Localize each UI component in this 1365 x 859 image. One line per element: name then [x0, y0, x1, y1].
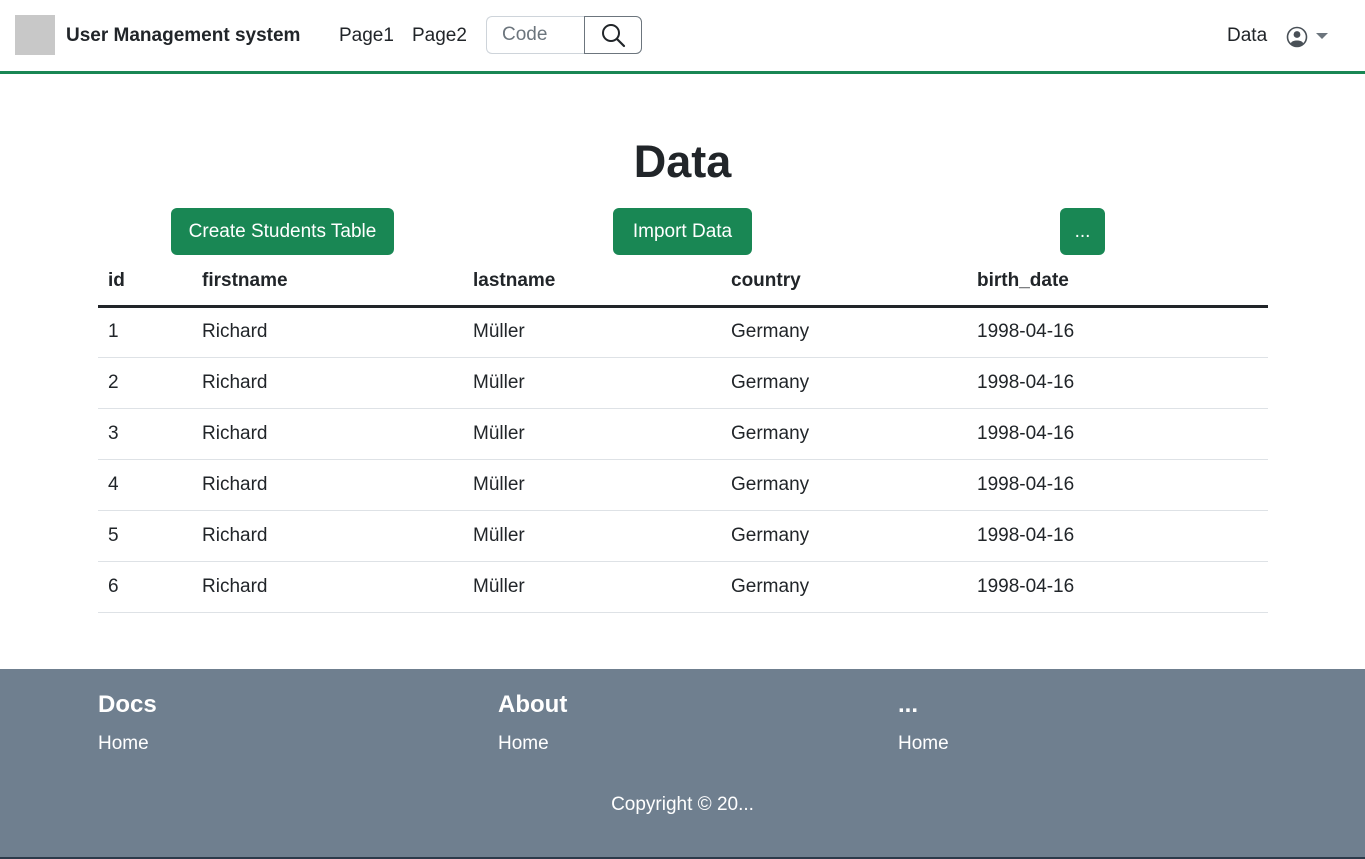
cell-id: 5 [98, 510, 192, 562]
cell-id: 1 [98, 306, 192, 358]
table-row: 2 Richard Müller Germany 1998-04-16 [98, 357, 1268, 409]
cell-id: 6 [98, 561, 192, 613]
students-table: id firstname lastname country birth_date… [98, 258, 1268, 613]
cell-firstname: Richard [192, 459, 463, 511]
column-header-lastname: lastname [463, 258, 721, 308]
cell-birth-date: 1998-04-16 [967, 561, 1268, 613]
nav-link-page1[interactable]: Page1 [339, 25, 394, 47]
column-header-country: country [721, 258, 967, 308]
footer-link-home[interactable]: Home [498, 733, 567, 755]
cell-birth-date: 1998-04-16 [967, 408, 1268, 460]
footer-column-more: ... Home [898, 691, 949, 755]
search-input[interactable] [486, 16, 586, 54]
cell-firstname: Richard [192, 510, 463, 562]
cell-birth-date: 1998-04-16 [967, 510, 1268, 562]
nav-link-data[interactable]: Data [1227, 25, 1267, 47]
cell-country: Germany [721, 459, 967, 511]
search-icon [602, 24, 626, 48]
top-navbar: User Management system Page1 Page2 Data [0, 0, 1365, 74]
nav-link-page2[interactable]: Page2 [412, 25, 467, 47]
table-row: 1 Richard Müller Germany 1998-04-16 [98, 306, 1268, 358]
cell-birth-date: 1998-04-16 [967, 357, 1268, 409]
cell-lastname: Müller [463, 357, 721, 409]
footer-heading-about: About [498, 691, 568, 718]
cell-lastname: Müller [463, 510, 721, 562]
cell-lastname: Müller [463, 561, 721, 613]
table-row: 3 Richard Müller Germany 1998-04-16 [98, 408, 1268, 460]
cell-country: Germany [721, 510, 967, 562]
table-row: 6 Richard Müller Germany 1998-04-16 [98, 561, 1268, 613]
cell-country: Germany [721, 408, 967, 460]
caret-down-icon [1316, 33, 1328, 39]
cell-lastname: Müller [463, 408, 721, 460]
column-header-id: id [98, 258, 192, 308]
footer-heading-docs: Docs [98, 691, 157, 718]
create-students-table-button[interactable]: Create Students Table [171, 208, 394, 255]
footer-column-about: About Home [498, 691, 567, 755]
cell-firstname: Richard [192, 561, 463, 613]
import-data-button[interactable]: Import Data [613, 208, 752, 255]
cell-country: Germany [721, 357, 967, 409]
cell-id: 2 [98, 357, 192, 409]
footer: Docs Home About Home ... Home Copyright … [0, 669, 1365, 859]
user-circle-icon [1286, 26, 1308, 48]
footer-link-home[interactable]: Home [98, 733, 157, 755]
table-header-row: id firstname lastname country birth_date [98, 258, 1268, 308]
cell-country: Germany [721, 561, 967, 613]
footer-heading-more: ... [898, 691, 919, 718]
copyright-text: Copyright © 20... [611, 794, 754, 815]
cell-firstname: Richard [192, 306, 463, 358]
footer-column-docs: Docs Home [98, 691, 157, 755]
cell-lastname: Müller [463, 459, 721, 511]
cell-birth-date: 1998-04-16 [967, 306, 1268, 358]
cell-country: Germany [721, 306, 967, 358]
user-dropdown-toggle[interactable] [1286, 26, 1328, 48]
column-header-birth-date: birth_date [967, 258, 1268, 308]
search-button[interactable] [584, 16, 642, 54]
cell-birth-date: 1998-04-16 [967, 459, 1268, 511]
table-row: 4 Richard Müller Germany 1998-04-16 [98, 459, 1268, 511]
column-header-firstname: firstname [192, 258, 463, 308]
logo[interactable] [15, 15, 55, 55]
cell-id: 4 [98, 459, 192, 511]
cell-id: 3 [98, 408, 192, 460]
cell-firstname: Richard [192, 408, 463, 460]
more-button[interactable]: ... [1060, 208, 1105, 255]
table-row: 5 Richard Müller Germany 1998-04-16 [98, 510, 1268, 562]
cell-firstname: Richard [192, 357, 463, 409]
cell-lastname: Müller [463, 306, 721, 358]
brand-title[interactable]: User Management system [66, 25, 300, 47]
page-title: Data [633, 136, 732, 187]
footer-link-home[interactable]: Home [898, 733, 949, 755]
